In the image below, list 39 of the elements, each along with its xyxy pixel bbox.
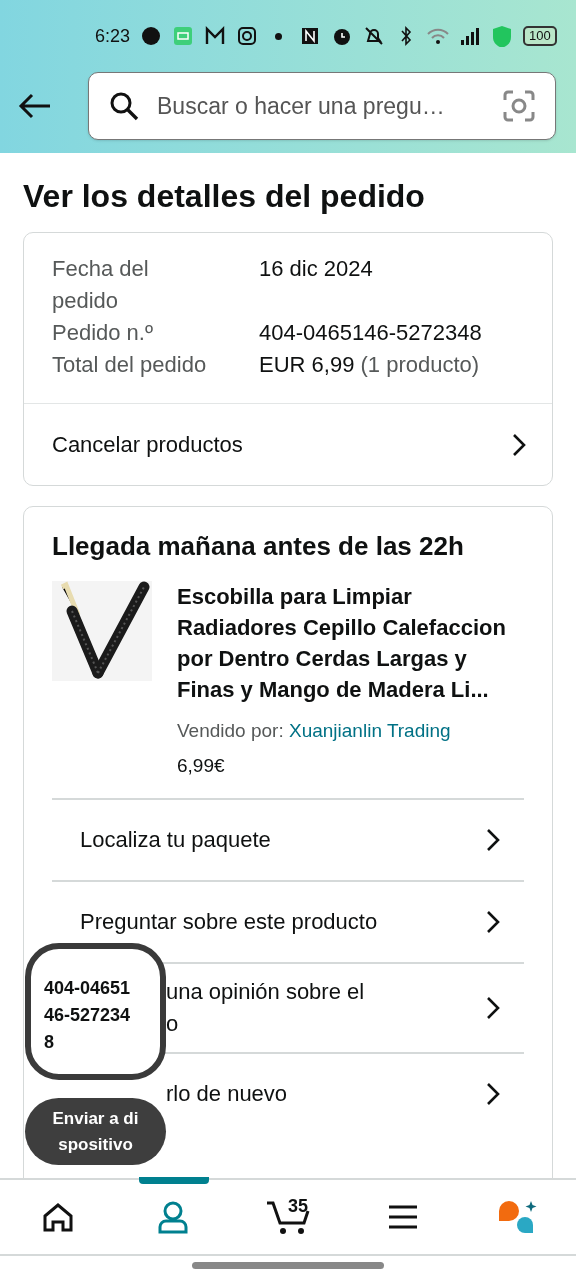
field-label: Pedido n.º <box>52 319 154 347</box>
field-label: Total del pedido <box>52 351 208 379</box>
field-value: 404-0465146-5272348 <box>259 319 483 347</box>
product-title[interactable]: Escobilla para Limpiar Radiadores Cepillo Calefaccion por Dentro Cerdas Largas y Finas y Mango de Madera Li... <box>177 581 524 705</box>
signal-icon <box>459 25 482 47</box>
field-value: 16 dic 2024 <box>259 255 374 283</box>
cancel-products-link[interactable]: Cancelar productos <box>24 403 552 485</box>
dot-icon <box>275 32 283 40</box>
instagram-icon <box>236 25 259 47</box>
seller-link[interactable]: Xuanjianlin Trading <box>289 720 451 741</box>
copied-text-toast[interactable]: 404-04651 46-527234 8 <box>25 943 166 1080</box>
chevron-right-icon <box>486 828 500 852</box>
field-label: Fecha del pedido <box>52 255 150 315</box>
search-input[interactable]: Buscar o hacer una pregu… <box>157 88 485 124</box>
field-value: EUR 6,99 (1 producto) <box>259 351 481 379</box>
page-title: Ver los detalles del pedido <box>23 177 426 216</box>
delivery-heading: Llegada mañana antes de las 22h <box>52 530 465 563</box>
app-circle-icon <box>140 25 163 47</box>
chevron-right-icon <box>512 432 526 457</box>
home-icon <box>41 1202 74 1232</box>
shield-icon <box>491 25 514 47</box>
camera-scan-icon[interactable] <box>503 90 535 122</box>
search-icon <box>109 91 139 121</box>
cart-count: 35 <box>287 1197 308 1215</box>
mail-icon <box>204 25 227 47</box>
chevron-right-icon <box>486 910 500 934</box>
menu-icon <box>387 1204 420 1230</box>
chevron-right-icon <box>486 1082 500 1106</box>
battery-indicator: 100 <box>523 26 557 46</box>
order-action-row[interactable]: Localiza tu paquete <box>52 798 524 880</box>
search-bar[interactable]: Buscar o hacer una pregu… <box>88 72 556 140</box>
selected-tab-indicator <box>138 1177 209 1184</box>
send-to-device-toast[interactable]: Enviar a di spositivo <box>25 1098 166 1165</box>
seller-line: Vendido por: Xuanjianlin Trading <box>177 719 452 743</box>
product-price: 6,99€ <box>177 753 226 778</box>
chevron-right-icon <box>486 996 500 1020</box>
nav-tab[interactable]: 35 <box>247 1179 328 1255</box>
cart-icon <box>264 1199 311 1235</box>
status-time: 6:23 <box>95 24 131 48</box>
